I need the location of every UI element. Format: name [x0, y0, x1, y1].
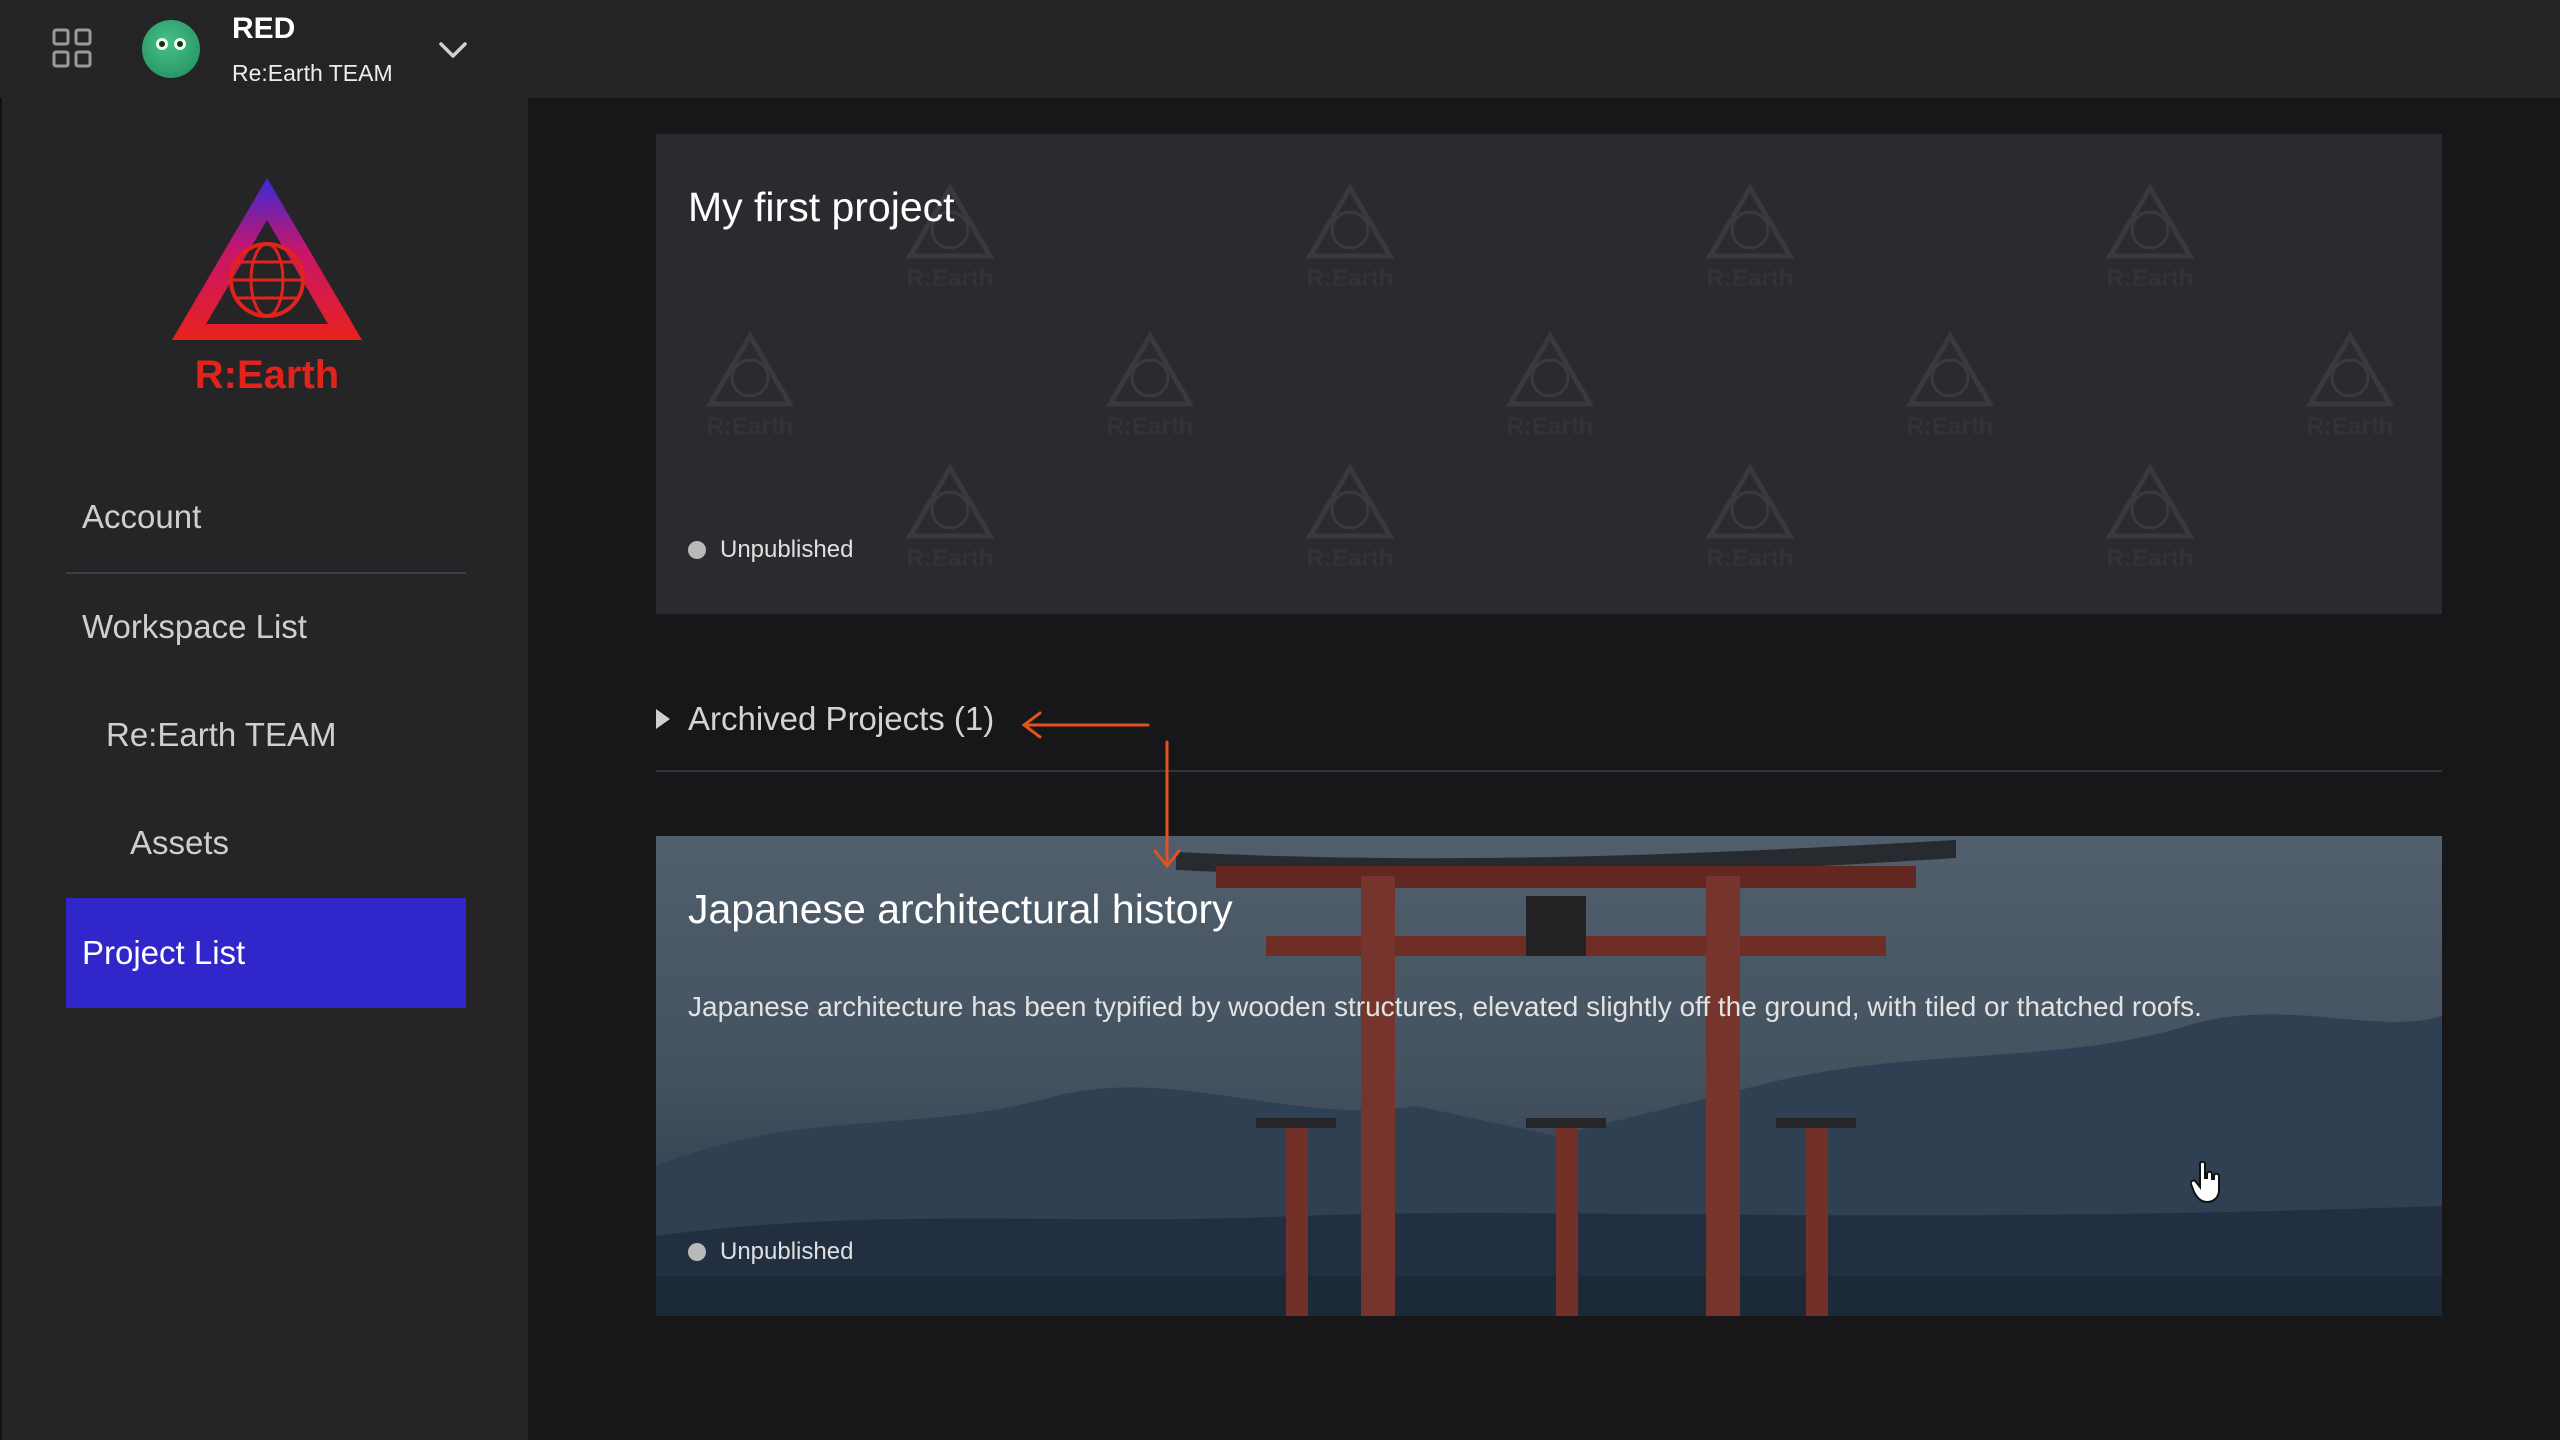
archived-projects-label: Archived Projects (1)	[688, 700, 995, 737]
project-title: Japanese architectural history	[688, 886, 1233, 932]
status-dot-icon	[688, 541, 706, 559]
left-arrow-icon	[1021, 711, 1150, 739]
avatar[interactable]	[142, 20, 200, 78]
caret-right-icon	[656, 709, 670, 729]
nav-workspace-list[interactable]: Workspace List	[82, 608, 307, 646]
project-card[interactable]: Japanese architectural history Japanese …	[656, 836, 2442, 1316]
section-divider	[656, 770, 2442, 772]
nav-project-list[interactable]: Project List	[66, 898, 466, 1008]
nav-assets[interactable]: Assets	[130, 824, 229, 862]
user-name: RED	[232, 12, 296, 45]
nav-workspace-reearth-team[interactable]: Re:Earth TEAM	[106, 716, 336, 754]
sidebar: R:Earth Account Workspace List Re:Earth …	[0, 98, 528, 1440]
project-card[interactable]: R:Earth My first project Unpublished	[656, 134, 2442, 614]
status-dot-icon	[688, 1243, 706, 1261]
archived-projects-toggle[interactable]: Archived Projects (1)	[656, 700, 994, 738]
svg-text:R:Earth: R:Earth	[195, 353, 339, 397]
status-badge: Unpublished	[688, 536, 853, 564]
nav-account[interactable]: Account	[82, 498, 201, 536]
status-label: Unpublished	[720, 536, 854, 563]
chevron-down-icon[interactable]	[437, 34, 469, 66]
hand-cursor-icon	[2190, 1160, 2220, 1204]
top-bar: RED Re:Earth TEAM	[0, 0, 2560, 98]
project-description: Japanese architecture has been typified …	[688, 991, 2202, 1022]
workspace-name: Re:Earth TEAM	[232, 60, 393, 86]
project-title: My first project	[688, 184, 955, 230]
reearth-logo: R:Earth	[172, 178, 362, 397]
nav-divider	[66, 572, 466, 574]
status-label: Unpublished	[720, 1238, 854, 1265]
grid-apps-icon[interactable]	[52, 28, 92, 68]
status-badge: Unpublished	[688, 1238, 853, 1266]
